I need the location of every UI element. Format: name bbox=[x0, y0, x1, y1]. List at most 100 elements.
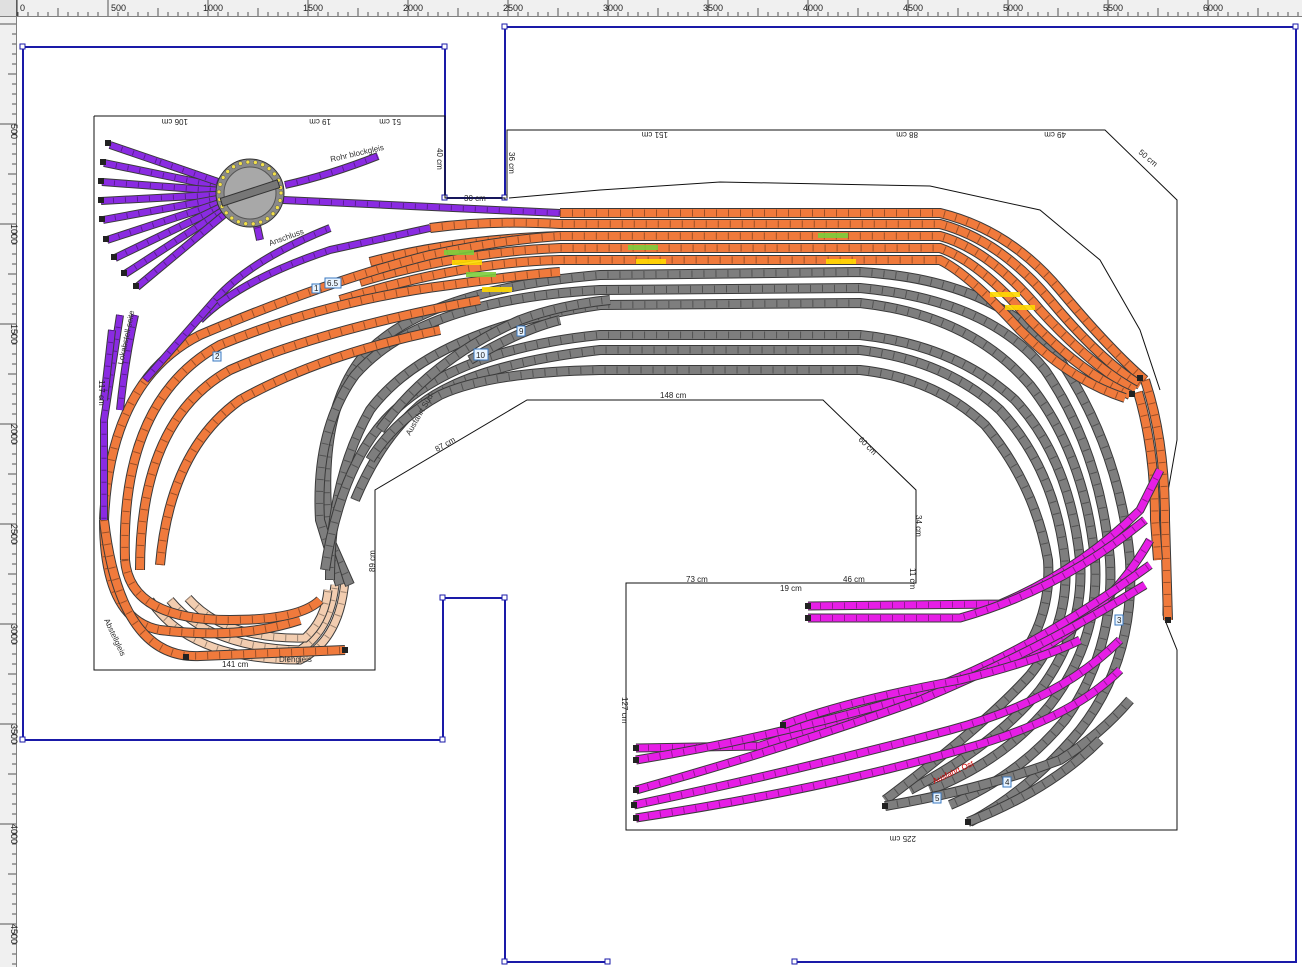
buffer-stop[interactable] bbox=[1129, 391, 1135, 397]
room-walls[interactable] bbox=[22, 26, 1297, 963]
track-orange-10-sleepers[interactable] bbox=[156, 326, 441, 566]
ruler-top-label: 5500 bbox=[1103, 3, 1123, 13]
turntable-lamp[interactable] bbox=[272, 171, 277, 177]
turntable-lamp[interactable] bbox=[266, 166, 272, 171]
track-orange-5-bed[interactable] bbox=[120, 268, 561, 561]
turntable-lamp[interactable] bbox=[260, 162, 265, 167]
buffer-stop[interactable] bbox=[633, 787, 639, 793]
buffer-stop[interactable] bbox=[99, 216, 105, 222]
turntable-lamp[interactable] bbox=[270, 211, 276, 216]
wall-handle bbox=[501, 958, 508, 965]
turntable-lamp[interactable] bbox=[217, 182, 223, 187]
turntable-lamp[interactable] bbox=[243, 221, 248, 226]
wall-handles[interactable] bbox=[19, 23, 1299, 965]
turntable-lamp[interactable] bbox=[265, 216, 270, 221]
track-orange-8[interactable] bbox=[120, 559, 324, 626]
dim-34: 34 cm bbox=[914, 515, 923, 537]
turntable-lamp[interactable] bbox=[225, 169, 230, 174]
station-marker[interactable] bbox=[466, 272, 496, 277]
buffer-stop[interactable] bbox=[98, 197, 104, 203]
buffer-stop[interactable] bbox=[342, 647, 348, 653]
buffer-stop[interactable] bbox=[633, 815, 639, 821]
station-marker[interactable] bbox=[990, 292, 1020, 297]
turntable-lamp[interactable] bbox=[231, 164, 236, 169]
turntable[interactable] bbox=[215, 158, 285, 228]
buffer-stop[interactable] bbox=[100, 159, 106, 165]
buffer-stop[interactable] bbox=[633, 745, 639, 751]
track-orange-5-sleepers[interactable] bbox=[121, 268, 561, 561]
turntable-lamp[interactable] bbox=[238, 161, 243, 166]
station-marker[interactable] bbox=[636, 259, 666, 264]
buffer-stop[interactable] bbox=[633, 757, 639, 763]
track-plan[interactable]: 0 500 1000 1500 2000 2500 3000 3500 4000… bbox=[0, 0, 1302, 967]
turntable-lamp[interactable] bbox=[250, 221, 256, 227]
buffer-stop[interactable] bbox=[103, 236, 109, 242]
signal-marker: 5 bbox=[932, 792, 942, 804]
station-marker[interactable] bbox=[1005, 305, 1035, 310]
ruler-top-label: 1000 bbox=[203, 3, 223, 13]
turntable-lamp[interactable] bbox=[229, 215, 235, 221]
wall-handle bbox=[439, 736, 446, 743]
dim-36: 36 cm bbox=[507, 152, 516, 174]
track-orange-10[interactable] bbox=[155, 325, 442, 566]
svg-text:2: 2 bbox=[215, 352, 220, 361]
turntable-lamp[interactable] bbox=[236, 219, 241, 224]
turntable-lamp[interactable] bbox=[220, 175, 226, 180]
dim-60: 60 cm bbox=[857, 435, 879, 457]
buffer-stop[interactable] bbox=[1165, 617, 1171, 623]
ruler-left-label: 500 bbox=[9, 124, 19, 139]
track-purple-7[interactable] bbox=[141, 297, 219, 383]
wall-left-room bbox=[23, 26, 1297, 963]
buffer-stop[interactable] bbox=[805, 615, 811, 621]
buffer-stop[interactable] bbox=[183, 654, 189, 660]
track-orange-10-edge[interactable] bbox=[155, 325, 442, 566]
track-purple-0-bed[interactable] bbox=[282, 197, 561, 216]
turntable-lamp[interactable] bbox=[278, 190, 284, 196]
wall-handle bbox=[19, 43, 26, 50]
station-marker[interactable] bbox=[452, 260, 482, 265]
ruler-top-label: 500 bbox=[111, 3, 126, 13]
station-marker[interactable] bbox=[444, 250, 474, 255]
turntable-lamp[interactable] bbox=[277, 198, 283, 203]
track-gray-4-bed[interactable] bbox=[351, 346, 1070, 804]
track-gray-4-edge[interactable] bbox=[350, 345, 1071, 804]
ruler-top-label: 3000 bbox=[603, 3, 623, 13]
track-purple-0[interactable] bbox=[282, 196, 561, 217]
buffer-stop[interactable] bbox=[98, 178, 104, 184]
track-gray-4-sleepers[interactable] bbox=[351, 346, 1070, 803]
turntable-lamp[interactable] bbox=[275, 205, 280, 210]
buffer-stop[interactable] bbox=[882, 803, 888, 809]
ruler-left-labels: 500 1000 1500 2000 2500 3000 3500 4000 4… bbox=[0, 23, 19, 965]
dim-49: 49 cm bbox=[1044, 130, 1066, 139]
buffer-stop[interactable] bbox=[111, 254, 117, 260]
turntable-lamp[interactable] bbox=[258, 219, 263, 225]
buffer-stop[interactable] bbox=[105, 140, 111, 146]
track-orange-10-bed[interactable] bbox=[156, 326, 441, 566]
buffer-stop[interactable] bbox=[133, 283, 139, 289]
wall-handle bbox=[791, 958, 798, 965]
station-marker[interactable] bbox=[826, 259, 856, 264]
buffer-stop[interactable] bbox=[805, 603, 811, 609]
dim-127: 127 cm bbox=[620, 697, 629, 724]
station-marker[interactable] bbox=[482, 287, 512, 292]
turntable-lamp[interactable] bbox=[224, 210, 229, 216]
track-orange-5-edge[interactable] bbox=[119, 267, 561, 561]
ruler-top-label: 2500 bbox=[503, 3, 523, 13]
buffer-stop[interactable] bbox=[780, 722, 786, 728]
track-purple-7-bed[interactable] bbox=[142, 298, 218, 382]
svg-text:6.5: 6.5 bbox=[327, 279, 339, 288]
dim-151: 151 cm bbox=[641, 130, 668, 139]
buffer-stop[interactable] bbox=[965, 819, 971, 825]
buffer-stop[interactable] bbox=[121, 270, 127, 276]
buffer-stop[interactable] bbox=[1137, 375, 1143, 381]
turntable-lamp[interactable] bbox=[253, 160, 258, 165]
turntable-lamp[interactable] bbox=[216, 189, 222, 195]
station-marker[interactable] bbox=[818, 233, 848, 238]
buffer-stop[interactable] bbox=[631, 802, 637, 808]
svg-text:3: 3 bbox=[1117, 616, 1122, 625]
track-orange-5[interactable] bbox=[119, 267, 561, 561]
track-gray-4[interactable] bbox=[350, 345, 1071, 804]
turntable-lamp[interactable] bbox=[245, 159, 251, 165]
ruler-top-mark: 500 bbox=[107, 0, 126, 16]
station-marker[interactable] bbox=[628, 245, 658, 250]
